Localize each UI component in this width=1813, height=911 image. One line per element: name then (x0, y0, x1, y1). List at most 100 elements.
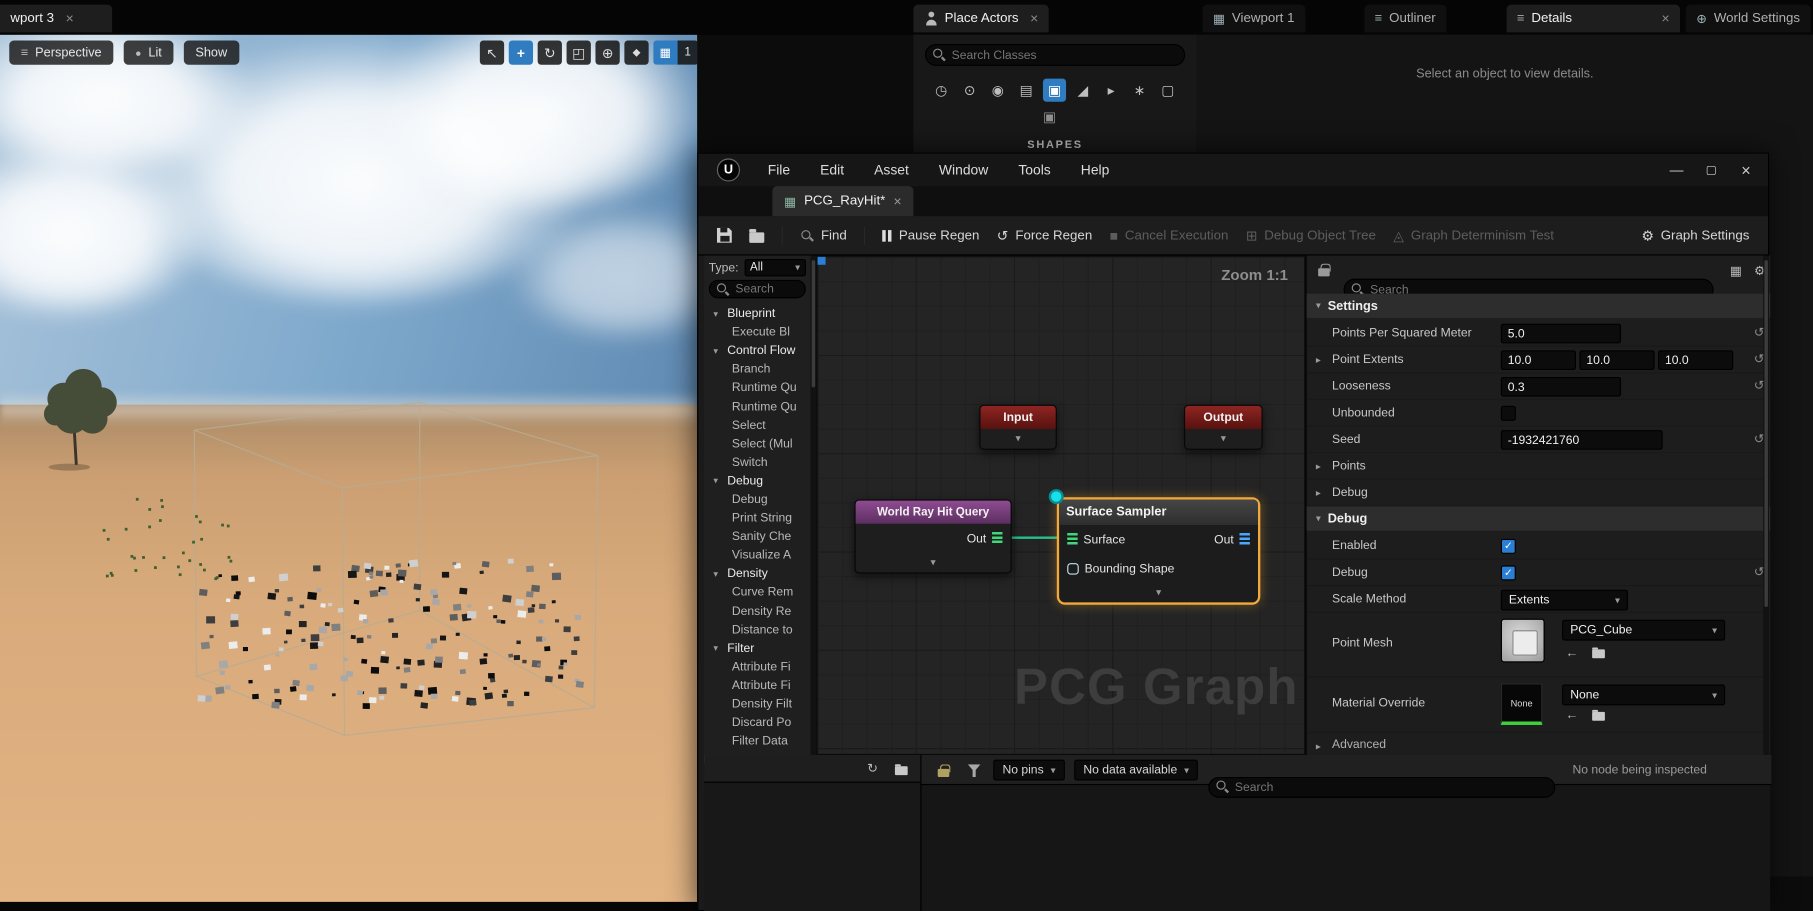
lit-mode-button[interactable]: ● Lit (123, 40, 174, 65)
grid-snap-control[interactable]: ▦ 1 (653, 40, 698, 65)
menu-item[interactable]: Edit (820, 162, 844, 178)
palette-item[interactable]: Sanity Che (704, 527, 810, 546)
out-pin-icon[interactable] (1239, 533, 1250, 546)
palette-item[interactable]: Branch (704, 360, 810, 379)
point-extents-y-input[interactable] (1579, 350, 1655, 370)
scrollbar-thumb[interactable] (811, 260, 816, 388)
use-selected-icon[interactable]: ← (1566, 646, 1579, 660)
enabled-checkbox[interactable]: ✓ (1500, 538, 1516, 554)
palette-item[interactable]: Visualize A (704, 546, 810, 565)
save-button[interactable] (716, 227, 732, 243)
collapse-chevron-icon[interactable]: ▾ (981, 429, 1056, 449)
media-icon[interactable]: ▸ (1100, 79, 1123, 102)
pause-regen-button[interactable]: Pause Regen (882, 228, 979, 242)
out-pin-icon[interactable] (992, 531, 1003, 545)
lock-icon[interactable] (1318, 263, 1331, 277)
palette-item[interactable]: Attribute Fi (704, 676, 810, 695)
expander-icon[interactable]: ▸ (1316, 460, 1321, 473)
collapse-chevron-icon[interactable]: ▾ (1059, 583, 1258, 603)
palette-item[interactable]: Density Re (704, 602, 810, 621)
expander-icon[interactable]: ▸ (1316, 487, 1321, 500)
menu-item[interactable]: File (768, 162, 790, 178)
palette-item[interactable]: Runtime Qu (704, 397, 810, 416)
palette-item[interactable]: Switch (704, 453, 810, 472)
maximize-button[interactable]: ▢ (1694, 156, 1729, 184)
bounding-shape-pin-icon[interactable] (1067, 562, 1079, 575)
scrollbar-thumb[interactable] (1764, 260, 1768, 608)
palette-item[interactable]: Blueprint (704, 304, 810, 323)
no-pins-dropdown[interactable]: No pins ▾ (993, 759, 1065, 781)
palette-item[interactable]: Execute Bl (704, 323, 810, 342)
point-extents-x-input[interactable] (1500, 350, 1576, 370)
palette-item[interactable]: Runtime Qu (704, 379, 810, 398)
visual-effects-icon[interactable]: ∗ (1128, 79, 1151, 102)
looseness-input[interactable] (1500, 376, 1622, 397)
palette-item[interactable]: Print String (704, 509, 810, 528)
force-regen-button[interactable]: ↺ Force Regen (997, 227, 1092, 243)
menu-item[interactable]: Window (939, 162, 988, 178)
close-icon[interactable]: × (66, 10, 74, 26)
place-actors-search[interactable] (925, 43, 1186, 66)
tab-pcg-rayhit[interactable]: ▦ PCG_RayHit* × (772, 186, 914, 217)
palette-item[interactable]: Density Filt (704, 695, 810, 714)
collapse-chevron-icon[interactable]: ▾ (856, 553, 1011, 573)
palette-item[interactable]: Select (704, 416, 810, 435)
scale-tool-button[interactable]: ◰ (566, 40, 591, 65)
scale-method-dropdown[interactable]: Extents ▾ (1500, 589, 1628, 611)
surface-pin-icon[interactable] (1067, 533, 1078, 546)
minimize-button[interactable]: — (1659, 156, 1694, 184)
palette-item[interactable]: Filter (704, 639, 810, 658)
geometry-icon[interactable]: ◢ (1071, 79, 1094, 102)
use-selected-icon[interactable]: ← (1566, 709, 1579, 723)
material-override-dropdown[interactable]: None ▾ (1562, 684, 1726, 706)
palette-item[interactable]: Distance to (704, 620, 810, 639)
close-button[interactable]: × (1729, 156, 1764, 184)
expander-icon[interactable]: ▸ (1316, 354, 1321, 367)
no-data-dropdown[interactable]: No data available ▾ (1074, 759, 1199, 781)
perspective-button[interactable]: ≡ Perspective (9, 40, 114, 65)
palette-search[interactable] (708, 279, 806, 299)
find-button[interactable]: Find (800, 228, 847, 242)
show-flags-button[interactable]: Show (183, 40, 239, 65)
shapes-icon[interactable]: ▣ (1042, 78, 1067, 102)
tab-world-settings[interactable]: ⊕ World Settings (1685, 4, 1811, 33)
section-settings[interactable]: ▾ Settings (1306, 293, 1771, 318)
palette-item[interactable]: Control Flow (704, 341, 810, 360)
details-scrollbar[interactable] (1763, 255, 1770, 756)
debug-checkbox[interactable]: ✓ (1500, 565, 1516, 581)
palette-item[interactable]: Discard Po (704, 713, 810, 732)
menu-item[interactable]: Asset (874, 162, 909, 178)
close-icon[interactable]: × (893, 193, 901, 209)
cinematic-icon[interactable]: ▤ (1015, 79, 1038, 102)
window-title-bar[interactable]: U File Edit Asset Window Tools Help — ▢ × (698, 153, 1768, 187)
tab-outliner[interactable]: ≡ Outliner (1364, 4, 1447, 33)
level-viewport[interactable]: ≡ Perspective ● Lit Show ↖ + ↻ ◰ ⊕ ◆ ▦ 1 (0, 34, 698, 911)
rotate-tool-button[interactable]: ↻ (537, 40, 562, 65)
tab-details[interactable]: ≡ Details × (1506, 4, 1681, 33)
palette-item[interactable]: Curve Rem (704, 583, 810, 602)
palette-item[interactable]: Attribute Fi (704, 658, 810, 677)
collapse-chevron-icon[interactable]: ▾ (1185, 429, 1261, 449)
palette-item[interactable]: Select (Mul (704, 434, 810, 453)
world-space-button[interactable]: ⊕ (595, 40, 620, 65)
unbounded-checkbox[interactable] (1500, 405, 1516, 421)
graph-canvas[interactable]: PCG Graph Zoom 1:1 Input ▾ Output ▾ Worl… (816, 255, 1306, 756)
node-world-ray-hit-query[interactable]: World Ray Hit Query Out ▾ (854, 499, 1012, 574)
material-thumbnail[interactable]: None (1500, 683, 1543, 725)
points-per-squared-meter-input[interactable] (1500, 323, 1622, 344)
sync-icon[interactable]: ↻ (867, 761, 878, 776)
surface-snap-button[interactable]: ◆ (624, 40, 649, 65)
menu-item[interactable]: Tools (1018, 162, 1050, 178)
lights-icon[interactable]: ◉ (986, 79, 1009, 102)
palette-item[interactable]: Debug (704, 490, 810, 509)
point-extents-z-input[interactable] (1658, 350, 1734, 370)
inspector-search[interactable] (1208, 777, 1556, 798)
volumes-icon[interactable]: ▢ (1156, 79, 1179, 102)
menu-item[interactable]: Help (1081, 162, 1110, 178)
node-input[interactable]: Input ▾ (979, 404, 1057, 450)
seed-input[interactable] (1500, 430, 1663, 450)
close-icon[interactable]: × (1662, 10, 1670, 26)
recently-placed-icon[interactable]: ◷ (930, 79, 953, 102)
select-tool-button[interactable]: ↖ (479, 40, 505, 65)
lock-icon[interactable] (937, 763, 950, 777)
